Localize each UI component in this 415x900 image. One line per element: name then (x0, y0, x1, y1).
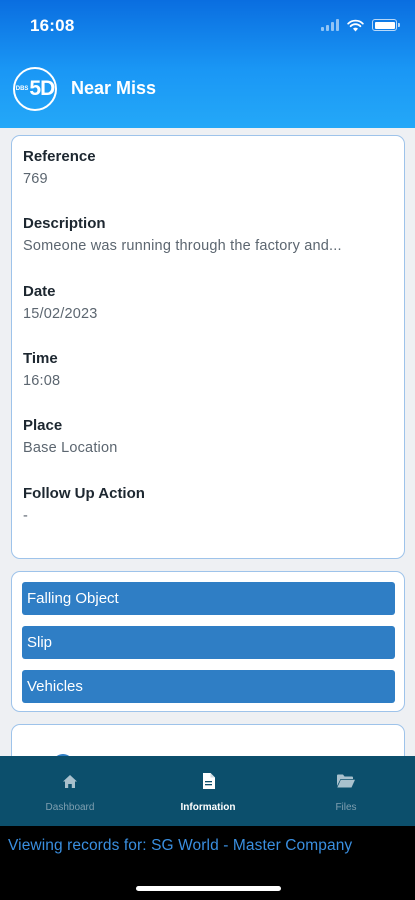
field-label: Reference (23, 148, 96, 165)
wifi-icon (347, 19, 364, 31)
status-bar: 16:08 (0, 0, 415, 50)
field-time: Time 16:08 (23, 350, 60, 389)
field-value: 769 (23, 171, 48, 187)
field-value: Someone was running through the factory … (23, 238, 342, 254)
field-label: Description (23, 215, 106, 232)
battery-icon (372, 19, 400, 31)
tag-slip[interactable]: Slip (22, 626, 395, 659)
page-title: Near Miss (71, 78, 157, 98)
tab-files[interactable]: Files (286, 756, 406, 826)
footer: Viewing records for: SG World - Master C… (0, 826, 415, 900)
tab-dashboard[interactable]: Dashboard (10, 756, 130, 826)
home-icon (63, 774, 77, 788)
field-label: Follow Up Action (23, 485, 145, 502)
field-value: 15/02/2023 (23, 306, 98, 322)
field-follow-up-action: Follow Up Action - (23, 485, 145, 524)
field-label: Time (23, 350, 58, 367)
tab-bar: Dashboard Information Files (0, 756, 415, 826)
tab-label: Files (335, 802, 357, 813)
field-place: Place Base Location (23, 417, 118, 456)
logo-big-text: 5D (29, 77, 55, 100)
field-reference: Reference 769 (23, 148, 96, 187)
document-icon (202, 773, 215, 789)
status-icons (321, 16, 400, 34)
tag-vehicles[interactable]: Vehicles (22, 670, 395, 703)
hazard-tags-card: Falling Object Slip Vehicles (11, 571, 405, 712)
company-context-text[interactable]: Viewing records for: SG World - Master C… (8, 837, 352, 855)
home-indicator[interactable] (136, 886, 281, 891)
field-value: - (23, 508, 29, 524)
field-description: Description Someone was running through … (23, 215, 342, 254)
signal-icon (321, 19, 339, 31)
app-logo: DBS 5D (13, 67, 57, 111)
field-value: Base Location (23, 440, 118, 456)
status-time: 16:08 (30, 16, 75, 35)
app-bar: DBS 5D Near Miss (0, 64, 415, 114)
tag-falling-object[interactable]: Falling Object (22, 582, 395, 615)
header: 16:08 DBS 5D Near Miss (0, 0, 415, 128)
tab-label: Information (180, 802, 236, 813)
logo-small-text: DBS (15, 85, 29, 92)
folder-icon (337, 774, 355, 788)
field-date: Date 15/02/2023 (23, 283, 98, 322)
details-card: Reference 769 Description Someone was ru… (11, 135, 405, 559)
field-label: Place (23, 417, 63, 434)
tab-information[interactable]: Information (148, 756, 268, 826)
field-value: 16:08 (23, 373, 61, 389)
tab-label: Dashboard (45, 802, 95, 813)
field-label: Date (23, 283, 56, 300)
